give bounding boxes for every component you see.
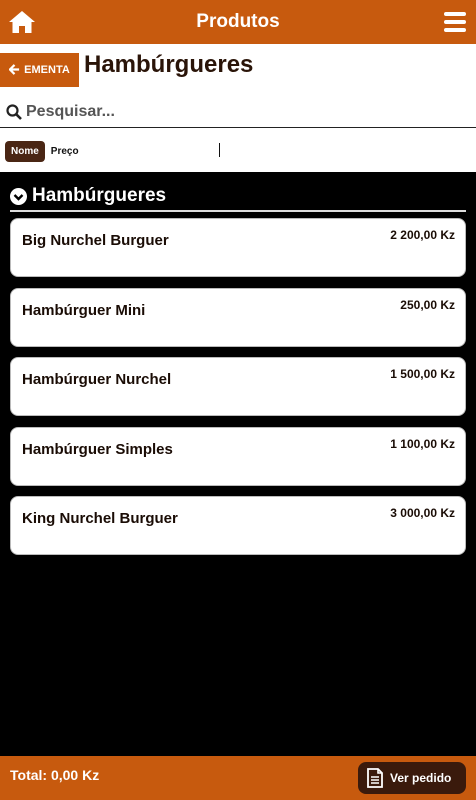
view-order-button[interactable]: Ver pedido: [358, 762, 466, 794]
product-name: Hambúrguer Simples: [22, 441, 173, 458]
top-bar: Produtos: [0, 0, 476, 44]
page-title: Produtos: [196, 11, 280, 32]
chevron-down-circle-icon: [10, 187, 27, 205]
product-price: 2 200,00 Kz: [390, 228, 455, 242]
sort-options: Nome Preço: [0, 139, 476, 163]
section-header[interactable]: Hambúrgueres: [10, 182, 466, 212]
sort-by-name[interactable]: Nome: [5, 140, 45, 162]
back-to-menu-button[interactable]: EMENTA: [0, 53, 79, 87]
search-icon: [6, 103, 22, 120]
divider: [219, 143, 220, 157]
product-name: Hambúrguer Mini: [22, 302, 146, 319]
product-item[interactable]: King Nurchel Burguer 3 000,00 Kz: [10, 496, 466, 555]
product-item[interactable]: Hambúrguer Mini 250,00 Kz: [10, 288, 466, 347]
product-price: 250,00 Kz: [400, 298, 455, 312]
product-name: Hambúrguer Nurchel: [22, 371, 172, 388]
search-bar: [0, 96, 476, 128]
product-item[interactable]: Hambúrguer Simples 1 100,00 Kz: [10, 427, 466, 486]
sort-by-price[interactable]: Preço: [51, 146, 79, 157]
product-price: 3 000,00 Kz: [390, 506, 455, 520]
product-name: Big Nurchel Burguer: [22, 232, 169, 249]
product-price: 1 100,00 Kz: [390, 437, 455, 451]
document-icon: [367, 768, 383, 788]
bottom-bar: Total: 0,00 Kz Ver pedido: [0, 756, 476, 800]
home-icon[interactable]: [8, 9, 36, 35]
order-total: Total: 0,00 Kz: [10, 767, 100, 783]
menu-icon[interactable]: [444, 12, 466, 32]
product-item[interactable]: Big Nurchel Burguer 2 200,00 Kz: [10, 218, 466, 277]
product-name: King Nurchel Burguer: [22, 510, 178, 527]
product-item[interactable]: Hambúrguer Nurchel 1 500,00 Kz: [10, 357, 466, 416]
back-button-label: EMENTA: [24, 64, 70, 76]
view-order-label: Ver pedido: [390, 771, 452, 785]
arrow-left-icon: [8, 63, 20, 78]
category-header: EMENTA Hambúrgueres Nome Preço: [0, 44, 476, 172]
search-input[interactable]: [26, 102, 426, 121]
product-price: 1 500,00 Kz: [390, 367, 455, 381]
section-title: Hambúrgueres: [32, 185, 167, 206]
category-title: Hambúrgueres: [84, 51, 254, 78]
